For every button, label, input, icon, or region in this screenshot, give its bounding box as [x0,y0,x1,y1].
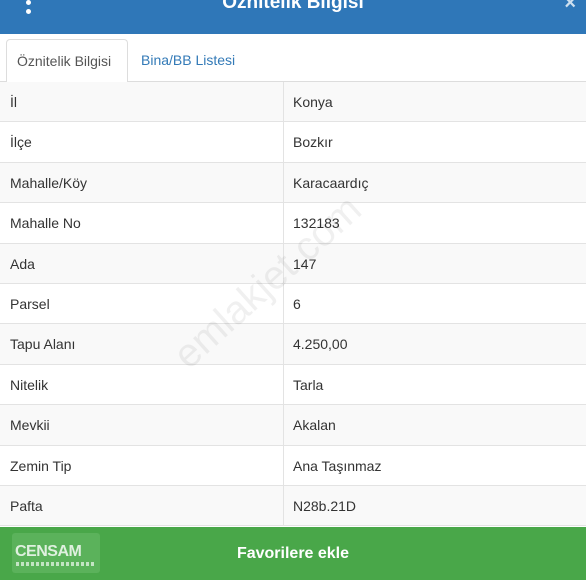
row-value: Akalan [293,417,336,434]
row-value: Tarla [293,376,324,393]
table-row: Parsel 6 [0,283,586,325]
row-key: İl [10,94,17,110]
divider [283,243,284,283]
row-value: N28b.21D [293,497,357,514]
row-value: 132183 [293,215,340,232]
row-key: Ada [10,255,35,272]
table-row: İlçe Bozkır [0,122,586,163]
row-value: Bozkır [293,134,333,151]
logo-subtext [16,562,96,566]
footer-bar: Favorilere ekle CENSAM [0,527,586,580]
censam-logo: CENSAM [12,533,100,573]
row-key: Pafta [10,497,43,514]
table-row: Mahalle/Köy Karacaardıç [0,162,586,204]
row-key: Nitelik [10,376,49,393]
modal-title: Öznitelik Bilgisi [222,0,364,13]
table-row: Zemin Tip Ana Taşınmaz [0,445,586,486]
divider [283,162,284,203]
divider [283,82,284,122]
logo-text: CENSAM [15,543,82,560]
row-key: Parsel [10,295,50,312]
row-value: Ana Taşınmaz [293,457,382,474]
table-row: İl Konya [0,82,586,123]
row-key: Mevkii [10,417,50,434]
row-value: 4.250,00 [293,336,348,353]
row-key: Mahalle/Köy [10,174,88,191]
row-value: 6 [293,295,301,312]
divider [283,283,284,324]
divider [283,445,284,485]
table-row: Mevkii Akalan [0,405,586,446]
divider [283,122,284,162]
attribute-table: İl Konya İlçe Bozkır Mahalle/Köy Karacaardı… [0,82,586,527]
table-row: Tapu Alanı 4.250,00 [0,324,586,365]
close-icon[interactable]: × [564,0,576,16]
row-key: İlçe [10,134,32,151]
row-key: Tapu Alanı [10,336,76,353]
divider [283,203,284,243]
row-value: 147 [293,255,317,272]
divider [283,405,284,445]
divider [283,364,284,405]
table-row: Pafta N28b.21D [0,485,586,527]
tab-bina-bb-listesi[interactable]: Bina/BB Listesi [131,39,245,83]
divider [283,485,284,526]
row-value: Karacaardıç [293,174,369,191]
tab-bar: Öznitelik Bilgisi Bina/BB Listesi [0,34,586,83]
tab-oznitelik-bilgisi[interactable]: Öznitelik Bilgisi [6,39,128,83]
table-row: Mahalle No 132183 [0,203,586,244]
row-key: Mahalle No [10,215,81,232]
modal-header: Öznitelik Bilgisi × [0,0,586,34]
table-row: Ada 147 [0,243,586,284]
divider [283,324,284,364]
row-key: Zemin Tip [10,457,72,474]
row-value: Konya [293,94,333,110]
table-row: Nitelik Tarla [0,364,586,406]
